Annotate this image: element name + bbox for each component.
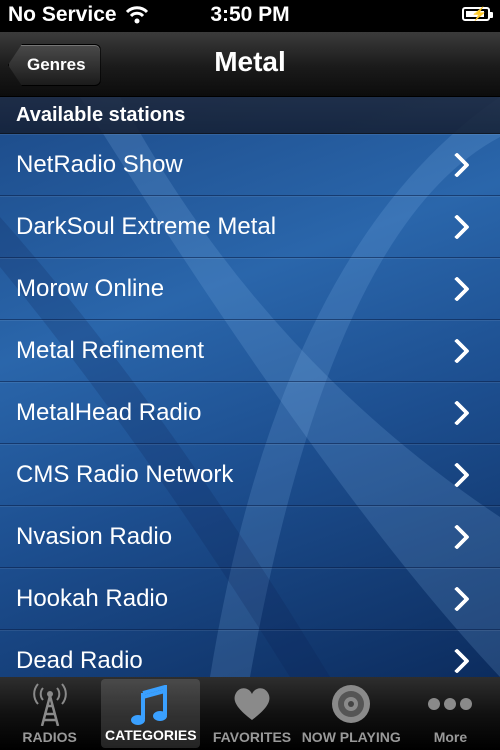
- status-bar: No Service 3:50 PM ⚡: [0, 0, 500, 32]
- chevron-right-icon: [444, 152, 470, 178]
- tab-label: More: [433, 729, 468, 745]
- chevron-right-icon: [444, 462, 470, 488]
- section-header: Available stations: [0, 97, 500, 134]
- chevron-right-icon: [444, 276, 470, 302]
- station-name: Hookah Radio: [16, 585, 169, 612]
- station-name: Nvasion Radio: [16, 523, 173, 550]
- station-name: Morow Online: [16, 275, 165, 302]
- speaker-icon: [332, 685, 371, 723]
- chevron-right-icon: [444, 214, 470, 240]
- chevron-right-icon: [444, 524, 470, 550]
- tab-favorites[interactable]: FAVORITES: [202, 677, 301, 750]
- station-name: MetalHead Radio: [16, 399, 202, 426]
- station-name: DarkSoul Extreme Metal: [16, 213, 277, 240]
- tab-label: RADIOS: [22, 729, 77, 745]
- navigation-bar: Genres Metal: [0, 32, 500, 97]
- tab-bar: RADIOS CATEGORIES FAVORITES NOW PLAYING …: [0, 677, 500, 750]
- stations-list[interactable]: Available stations NetRadio Show DarkSoul…: [0, 97, 500, 677]
- station-row[interactable]: Dead Radio: [0, 630, 500, 677]
- music-note-icon: [130, 685, 167, 725]
- station-name: NetRadio Show: [16, 151, 183, 178]
- tab-more[interactable]: More: [401, 677, 500, 750]
- chevron-right-icon: [444, 648, 470, 674]
- station-row[interactable]: Nvasion Radio: [0, 506, 500, 568]
- tab-radios[interactable]: RADIOS: [0, 677, 99, 750]
- station-row[interactable]: Morow Online: [0, 258, 500, 320]
- radio-tower-icon: [32, 683, 67, 726]
- station-row[interactable]: Metal Refinement: [0, 320, 500, 382]
- station-name: CMS Radio Network: [16, 461, 234, 488]
- chevron-right-icon: [444, 400, 470, 426]
- battery-icon: ⚡: [462, 6, 493, 21]
- station-row[interactable]: DarkSoul Extreme Metal: [0, 196, 500, 258]
- tab-categories[interactable]: CATEGORIES: [101, 679, 201, 748]
- station-name: Metal Refinement: [16, 337, 205, 364]
- page-title: Metal: [214, 46, 286, 77]
- station-name: Dead Radio: [16, 647, 143, 674]
- clock: 3:50 PM: [210, 3, 290, 26]
- station-row[interactable]: MetalHead Radio: [0, 382, 500, 444]
- chevron-right-icon: [444, 338, 470, 364]
- chevron-right-icon: [444, 586, 470, 612]
- station-row[interactable]: CMS Radio Network: [0, 444, 500, 506]
- heart-icon: [234, 688, 270, 720]
- more-dots-icon: [428, 698, 473, 710]
- tab-label: FAVORITES: [212, 729, 292, 745]
- tab-label: NOW PLAYING: [301, 729, 401, 745]
- tab-label: CATEGORIES: [105, 727, 197, 743]
- station-row[interactable]: NetRadio Show: [0, 134, 500, 196]
- station-row[interactable]: Hookah Radio: [0, 568, 500, 630]
- tab-now-playing[interactable]: NOW PLAYING: [302, 677, 401, 750]
